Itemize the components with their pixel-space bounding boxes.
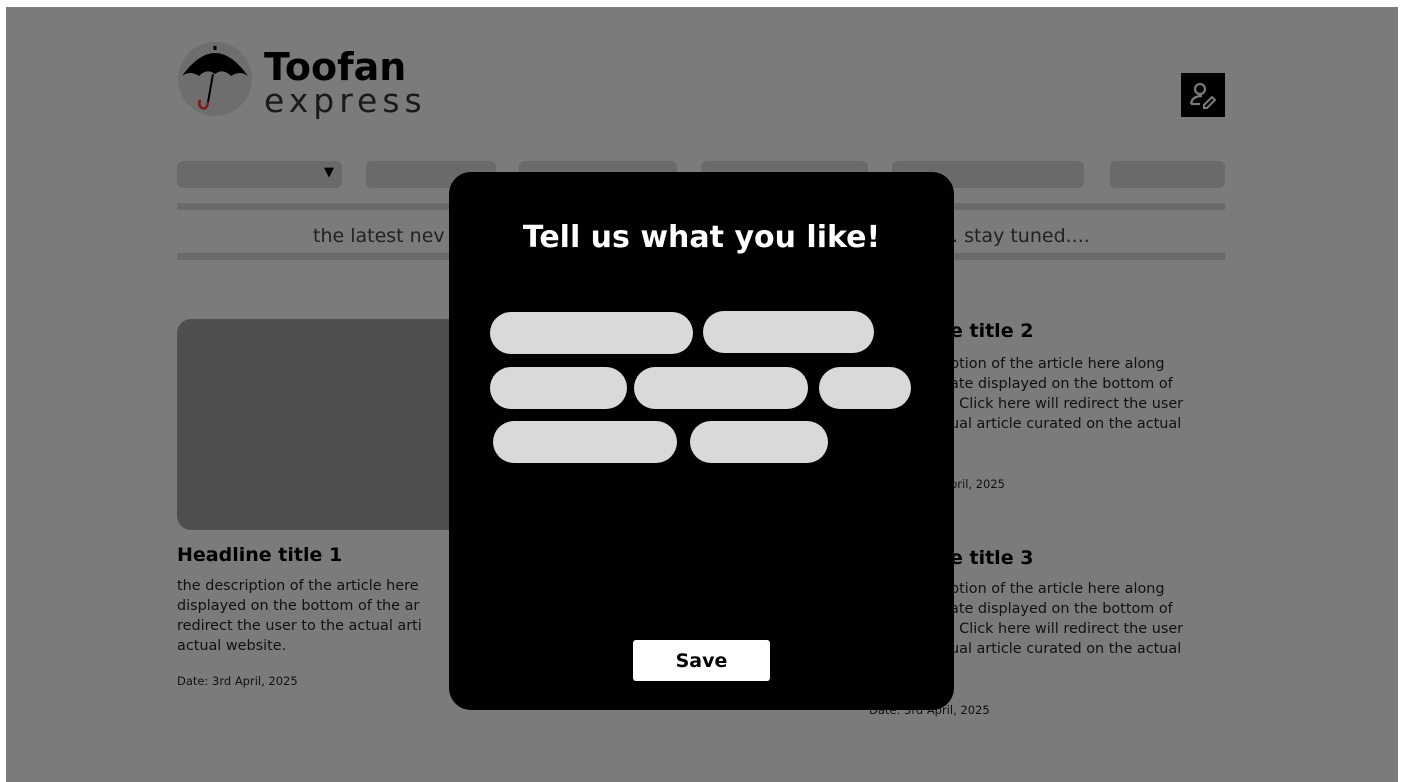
- triangle-down-icon: ▼: [324, 165, 334, 180]
- article-description: ption of the article here along ate disp…: [950, 354, 1220, 434]
- article-headline[interactable]: Headline title 1: [177, 544, 342, 566]
- preferences-modal: Tell us what you like! Save: [449, 172, 954, 710]
- nav-dropdown[interactable]: ▼: [177, 161, 342, 188]
- modal-title: Tell us what you like!: [522, 220, 881, 255]
- brand-subtitle: express: [264, 81, 427, 120]
- article-description: ption of the article here along ate disp…: [950, 579, 1220, 659]
- article-image[interactable]: [177, 319, 477, 530]
- description-line: ual article curated on the actual: [950, 416, 1182, 432]
- description-line: ate displayed on the bottom of: [950, 376, 1173, 392]
- article-date: pril, 2025: [950, 477, 1005, 491]
- description-line: ual article curated on the actual: [950, 641, 1182, 657]
- umbrella-icon: [176, 40, 254, 118]
- interest-chip[interactable]: [490, 312, 693, 354]
- ticker-text-left: the latest nev: [313, 225, 445, 247]
- article-headline[interactable]: e title 2: [950, 320, 1033, 342]
- description-line: . Click here will redirect the user: [950, 621, 1184, 637]
- ticker-text-right: . stay tuned....: [952, 225, 1090, 247]
- description-line: . Click here will redirect the user: [950, 396, 1184, 412]
- user-edit-icon: [1189, 82, 1217, 109]
- interest-chip[interactable]: [493, 421, 677, 463]
- interest-chip[interactable]: [634, 367, 808, 409]
- description-line: ption of the article here along: [950, 356, 1165, 372]
- page-backdrop: Toofan express ▼ the latest nev . stay t…: [6, 7, 1398, 782]
- article-date: Date: 3rd April, 2025: [177, 674, 298, 688]
- description-line: ption of the article here along: [950, 581, 1165, 597]
- interest-chip[interactable]: [490, 367, 627, 409]
- article-headline[interactable]: e title 3: [950, 547, 1033, 569]
- profile-edit-button[interactable]: [1181, 73, 1225, 117]
- save-button[interactable]: Save: [633, 640, 770, 681]
- interest-chip[interactable]: [819, 367, 911, 409]
- description-line: ate displayed on the bottom of: [950, 601, 1173, 617]
- nav-item-6[interactable]: [1110, 161, 1225, 188]
- interest-chip[interactable]: [703, 311, 874, 353]
- interest-chip[interactable]: [690, 421, 828, 463]
